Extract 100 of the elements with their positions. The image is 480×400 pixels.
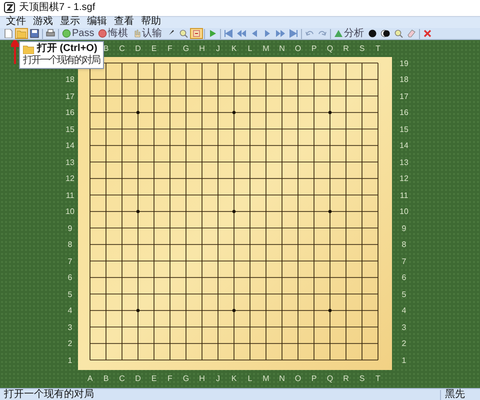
- row-label: 6: [66, 272, 74, 284]
- column-label: N: [278, 375, 286, 384]
- column-label: R: [342, 44, 350, 53]
- column-label: R: [342, 375, 350, 384]
- column-label: M: [262, 44, 270, 53]
- column-label: C: [118, 375, 126, 384]
- magnifier-icon: [179, 29, 188, 38]
- column-label: K: [230, 375, 238, 384]
- printer-icon: [46, 29, 55, 38]
- folder-icon: [17, 29, 26, 38]
- magnifier-icon: [394, 29, 404, 38]
- row-label: 18: [64, 74, 76, 86]
- row-label: 13: [64, 156, 76, 169]
- column-label: N: [278, 44, 286, 53]
- row-label: 13: [398, 156, 410, 169]
- row-label: 12: [398, 173, 410, 186]
- menu-item[interactable]: 查看: [112, 17, 136, 28]
- row-label: 9: [66, 222, 74, 235]
- column-label: L: [246, 375, 254, 384]
- save-icon: [30, 29, 39, 38]
- row-label: 15: [64, 124, 76, 136]
- column-label: E: [150, 375, 158, 384]
- menu-item[interactable]: 游戏: [31, 17, 55, 28]
- folder-icon: [23, 44, 34, 54]
- circle-icon: [62, 29, 71, 38]
- menu-item[interactable]: 文件: [4, 17, 28, 28]
- column-label: O: [294, 44, 302, 53]
- column-label: J: [215, 44, 221, 53]
- row-label: 10: [64, 206, 76, 218]
- toolbar-button[interactable]: 分析: [332, 28, 366, 40]
- row-label: 12: [64, 173, 76, 186]
- row-label: 7: [400, 256, 408, 268]
- toolbar-icon-button[interactable]: [379, 28, 392, 40]
- menu-item[interactable]: 编辑: [85, 17, 109, 28]
- menu-item[interactable]: 显示: [58, 17, 82, 28]
- column-label: B: [102, 375, 110, 384]
- redo-icon: [318, 29, 328, 38]
- column-label: A: [86, 375, 94, 384]
- row-label: 4: [66, 305, 74, 318]
- square-icon: [192, 29, 202, 38]
- row-label: 5: [66, 288, 74, 301]
- hand-icon: [132, 29, 142, 38]
- row-label: 8: [400, 239, 408, 252]
- column-label: P: [310, 44, 318, 53]
- column-label: G: [182, 375, 190, 384]
- skip-forward-icon: [289, 29, 298, 38]
- row-label: 11: [64, 190, 76, 202]
- stone-icon: [368, 29, 378, 38]
- skip-back-icon: [224, 29, 234, 38]
- column-label: Q: [326, 375, 334, 384]
- undo-icon: [305, 29, 314, 38]
- row-label: 2: [400, 338, 408, 350]
- column-label: J: [215, 375, 221, 384]
- menu-item[interactable]: 帮助: [139, 17, 163, 28]
- column-label: K: [230, 44, 238, 53]
- row-label: 2: [66, 338, 74, 350]
- row-label: 19: [398, 58, 410, 70]
- column-label: T: [374, 375, 382, 384]
- column-label: B: [102, 44, 110, 53]
- column-label: H: [198, 375, 206, 384]
- column-label: M: [262, 375, 270, 384]
- tooltip-description: 打开一个现有的对局: [23, 56, 100, 66]
- column-label: C: [118, 44, 126, 53]
- arrow-icon: [11, 40, 19, 64]
- column-label: P: [310, 375, 318, 384]
- row-label: 3: [66, 322, 74, 334]
- column-label: F: [166, 44, 174, 53]
- toolbar-button[interactable]: 悔棋: [96, 28, 130, 40]
- status-message: 打开一个现有的对局: [4, 390, 95, 400]
- row-label: 5: [400, 288, 408, 301]
- toolbar-button[interactable]: 认输: [130, 28, 164, 40]
- close-icon: [423, 29, 432, 38]
- stones-icon: [381, 29, 390, 38]
- row-label: 18: [398, 74, 410, 86]
- row-label: 4: [400, 305, 408, 318]
- triangle-icon: [334, 29, 344, 38]
- row-label: 11: [398, 190, 410, 202]
- row-label: 16: [398, 107, 410, 120]
- circle-icon: [98, 29, 108, 38]
- column-label: D: [134, 44, 142, 53]
- column-label: L: [246, 44, 254, 53]
- row-label: 16: [64, 107, 76, 120]
- column-label: E: [150, 44, 158, 53]
- row-label: 10: [398, 206, 410, 218]
- document-icon: [4, 29, 13, 38]
- tooltip-title: 打开 (Ctrl+O): [37, 44, 98, 54]
- turn-indicator: 黑先: [440, 390, 476, 400]
- toolbar-button[interactable]: Pass: [60, 28, 96, 40]
- column-label: F: [166, 375, 174, 384]
- column-label: D: [134, 375, 142, 384]
- row-label: 1: [400, 354, 408, 367]
- row-label: 1: [66, 354, 74, 367]
- row-label: 6: [400, 272, 408, 284]
- toolbar-icon-button[interactable]: [28, 28, 41, 40]
- row-label: 17: [64, 90, 76, 103]
- row-label: 3: [400, 322, 408, 334]
- column-label: S: [358, 44, 366, 53]
- window-title: 天顶围棋7 - 1.sgf: [19, 2, 96, 13]
- row-label: 14: [398, 140, 410, 152]
- row-label: 9: [400, 222, 408, 235]
